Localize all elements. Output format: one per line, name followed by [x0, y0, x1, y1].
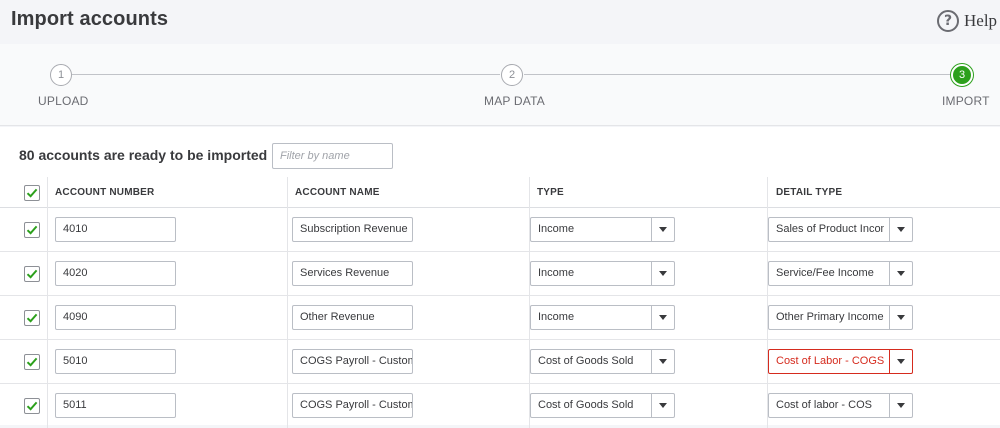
column-divider [287, 384, 288, 428]
chevron-down-icon[interactable] [889, 394, 912, 417]
account-name-field[interactable]: Other Revenue [292, 305, 413, 330]
ready-count-text: 80 accounts are ready to be imported [19, 147, 268, 163]
detail-type-select[interactable]: Cost of labor - COS [768, 393, 913, 418]
account-name-field[interactable]: Subscription Revenue [292, 217, 413, 242]
step-3-label: IMPORT [942, 94, 990, 108]
account-number-field[interactable]: 4020 [55, 261, 176, 286]
select-all-checkbox[interactable] [24, 185, 40, 201]
chevron-down-icon[interactable] [889, 218, 912, 241]
question-icon: ? [937, 10, 959, 32]
account-name-field[interactable]: COGS Payroll - Customer Success [292, 393, 413, 418]
type-select-value: Cost of Goods Sold [538, 399, 634, 411]
column-divider [47, 340, 48, 384]
table-row: 4010 Subscription Revenue Income Sales o… [0, 208, 1000, 252]
filter-by-name-input[interactable] [272, 143, 393, 169]
column-divider [47, 296, 48, 340]
page-header: Import accounts ? Help [0, 0, 1000, 44]
help-link[interactable]: ? Help [937, 10, 997, 32]
detail-type-select[interactable]: Other Primary Income [768, 305, 913, 330]
row-checkbox[interactable] [24, 398, 40, 414]
detail-type-select-value: Sales of Product Income [776, 223, 884, 235]
step-connector [72, 74, 500, 75]
table-row: 5010 COGS Payroll - Customer Support Cos… [0, 340, 1000, 384]
row-checkbox[interactable] [24, 310, 40, 326]
progress-stepper: 1 UPLOAD 2 MAP DATA 3 IMPORT [0, 44, 1000, 126]
type-select[interactable]: Cost of Goods Sold [530, 393, 675, 418]
checkmark-icon [26, 269, 38, 279]
help-label: Help [964, 11, 998, 30]
column-divider [529, 177, 530, 208]
step-3-circle: 3 [951, 64, 973, 86]
detail-type-select-value: Other Primary Income [776, 311, 884, 323]
import-panel: 80 accounts are ready to be imported ACC… [0, 127, 1000, 428]
column-header-type[interactable]: TYPE [537, 187, 564, 198]
chevron-down-icon[interactable] [651, 394, 674, 417]
table-row: 4020 Services Revenue Income Service/Fee… [0, 252, 1000, 296]
detail-type-select-value: Service/Fee Income [776, 267, 874, 279]
step-1-label: UPLOAD [38, 94, 89, 108]
column-divider [287, 252, 288, 296]
chevron-down-icon[interactable] [889, 350, 912, 373]
column-divider [287, 340, 288, 384]
type-select[interactable]: Income [530, 261, 675, 286]
column-header-account-number[interactable]: ACCOUNT NUMBER [55, 187, 154, 198]
checkmark-icon [26, 188, 38, 198]
column-divider [287, 296, 288, 340]
type-select-value: Income [538, 223, 575, 235]
account-name-field[interactable]: COGS Payroll - Customer Support [292, 349, 413, 374]
type-select-value: Income [538, 267, 575, 279]
type-select[interactable]: Income [530, 305, 675, 330]
column-header-detail-type[interactable]: DETAIL TYPE [776, 187, 842, 198]
accounts-table: ACCOUNT NUMBER ACCOUNT NAME TYPE DETAIL … [0, 177, 1000, 428]
account-number-field[interactable]: 4090 [55, 305, 176, 330]
column-divider [767, 177, 768, 208]
detail-type-select-error[interactable]: Cost of Labor - COGS [768, 349, 913, 374]
type-select-value: Cost of Goods Sold [538, 355, 634, 367]
step-2-circle: 2 [501, 64, 523, 86]
column-divider [47, 384, 48, 428]
chevron-down-icon[interactable] [889, 262, 912, 285]
detail-type-select-value: Cost of Labor - COGS [776, 355, 884, 367]
table-row: 4090 Other Revenue Income Other Primary … [0, 296, 1000, 340]
account-number-field[interactable]: 4010 [55, 217, 176, 242]
chevron-down-icon[interactable] [889, 306, 912, 329]
chevron-down-icon[interactable] [651, 350, 674, 373]
type-select-value: Income [538, 311, 575, 323]
table-row: 5011 COGS Payroll - Customer Success Cos… [0, 384, 1000, 428]
account-number-field[interactable]: 5011 [55, 393, 176, 418]
detail-type-select-value: Cost of labor - COS [776, 399, 872, 411]
page-title: Import accounts [11, 8, 169, 30]
column-header-account-name[interactable]: ACCOUNT NAME [295, 187, 380, 198]
table-header: ACCOUNT NUMBER ACCOUNT NAME TYPE DETAIL … [0, 177, 1000, 208]
column-divider [47, 177, 48, 208]
step-connector [524, 74, 951, 75]
chevron-down-icon[interactable] [651, 262, 674, 285]
checkmark-icon [26, 357, 38, 367]
type-select[interactable]: Income [530, 217, 675, 242]
chevron-down-icon[interactable] [651, 306, 674, 329]
column-divider [47, 208, 48, 252]
checkmark-icon [26, 313, 38, 323]
detail-type-select[interactable]: Service/Fee Income [768, 261, 913, 286]
account-name-field[interactable]: Services Revenue [292, 261, 413, 286]
column-divider [47, 252, 48, 296]
row-checkbox[interactable] [24, 222, 40, 238]
step-2-label: MAP DATA [484, 94, 545, 108]
detail-type-select[interactable]: Sales of Product Income [768, 217, 913, 242]
column-divider [287, 177, 288, 208]
checkmark-icon [26, 225, 38, 235]
row-checkbox[interactable] [24, 266, 40, 282]
account-number-field[interactable]: 5010 [55, 349, 176, 374]
chevron-down-icon[interactable] [651, 218, 674, 241]
row-checkbox[interactable] [24, 354, 40, 370]
checkmark-icon [26, 401, 38, 411]
type-select[interactable]: Cost of Goods Sold [530, 349, 675, 374]
step-1-circle: 1 [50, 64, 72, 86]
column-divider [287, 208, 288, 252]
